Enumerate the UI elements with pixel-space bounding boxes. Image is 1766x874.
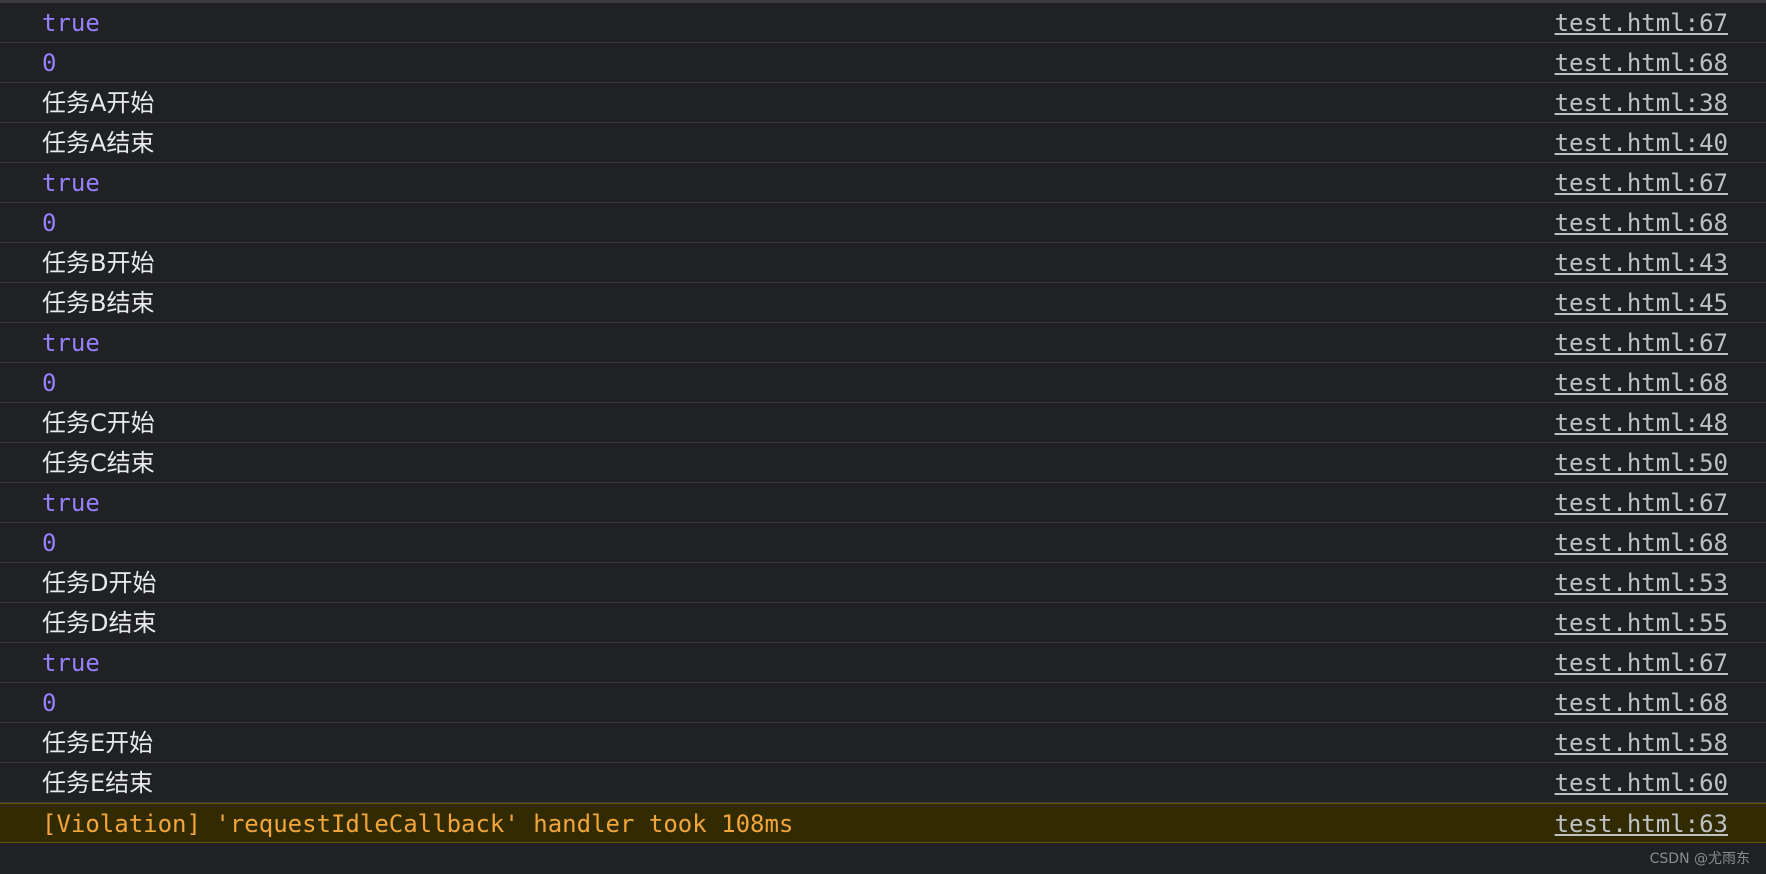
source-link[interactable]: test.html:67 bbox=[1555, 483, 1728, 523]
console-message-text: [Violation] 'requestIdleCallback' handle… bbox=[42, 810, 794, 838]
console-message-text: 任务A结束 bbox=[42, 129, 155, 157]
console-message-text: 任务B开始 bbox=[42, 249, 155, 277]
source-link[interactable]: test.html:68 bbox=[1555, 43, 1728, 83]
console-message-text: 任务A开始 bbox=[42, 89, 155, 117]
source-link[interactable]: test.html:68 bbox=[1555, 523, 1728, 563]
source-link[interactable]: test.html:40 bbox=[1555, 123, 1728, 163]
source-link[interactable]: test.html:60 bbox=[1555, 763, 1728, 803]
console-message-text: 任务C结束 bbox=[42, 449, 155, 477]
console-message-row: 0 test.html:68 bbox=[0, 363, 1766, 403]
console-message-text: true bbox=[42, 169, 100, 197]
console-message-text: 任务D开始 bbox=[42, 569, 157, 597]
console-message-row: true test.html:67 bbox=[0, 3, 1766, 43]
source-link[interactable]: test.html:55 bbox=[1555, 603, 1728, 643]
source-link[interactable]: test.html:50 bbox=[1555, 443, 1728, 483]
console-message-text: true bbox=[42, 329, 100, 357]
source-link[interactable]: test.html:68 bbox=[1555, 683, 1728, 723]
console-violation-message: [Violation] 'requestIdleCallback' handle… bbox=[0, 803, 1766, 843]
console-message-text: true bbox=[42, 9, 100, 37]
console-message-row: 任务D开始 test.html:53 bbox=[0, 563, 1766, 603]
console-message-text: 0 bbox=[42, 529, 57, 557]
console-message-text: 任务B结束 bbox=[42, 289, 155, 317]
console-message-text: true bbox=[42, 489, 100, 517]
console-message-row: 0 test.html:68 bbox=[0, 683, 1766, 723]
console-message-row: 0 test.html:68 bbox=[0, 43, 1766, 83]
source-link[interactable]: test.html:68 bbox=[1555, 203, 1728, 243]
source-link[interactable]: test.html:48 bbox=[1555, 403, 1728, 443]
console-message-row: 任务A开始 test.html:38 bbox=[0, 83, 1766, 123]
source-link[interactable]: test.html:53 bbox=[1555, 563, 1728, 603]
console-message-row: 任务E结束 test.html:60 bbox=[0, 763, 1766, 803]
console-message-text: 任务E开始 bbox=[42, 729, 154, 757]
console-message-row: 0 test.html:68 bbox=[0, 523, 1766, 563]
console-message-text: 0 bbox=[42, 209, 57, 237]
source-link[interactable]: test.html:67 bbox=[1555, 643, 1728, 683]
console-message-row: true test.html:67 bbox=[0, 483, 1766, 523]
source-link[interactable]: test.html:43 bbox=[1555, 243, 1728, 283]
console-message-row: 任务E开始 test.html:58 bbox=[0, 723, 1766, 763]
console-message-text: 0 bbox=[42, 49, 57, 77]
source-link[interactable]: test.html:38 bbox=[1555, 83, 1728, 123]
console-message-row: 0 test.html:68 bbox=[0, 203, 1766, 243]
source-link[interactable]: test.html:67 bbox=[1555, 3, 1728, 43]
source-link[interactable]: test.html:45 bbox=[1555, 283, 1728, 323]
console-message-row: 任务B开始 test.html:43 bbox=[0, 243, 1766, 283]
console-message-text: 任务E结束 bbox=[42, 769, 154, 797]
console-message-row: true test.html:67 bbox=[0, 163, 1766, 203]
console-message-row: 任务D结束 test.html:55 bbox=[0, 603, 1766, 643]
console-panel: true test.html:67 0 test.html:68 任务A开始 test.h… bbox=[0, 0, 1766, 874]
console-message-text: 0 bbox=[42, 689, 57, 717]
console-message-row: 任务C开始 test.html:48 bbox=[0, 403, 1766, 443]
source-link[interactable]: test.html:67 bbox=[1555, 323, 1728, 363]
source-link[interactable]: test.html:68 bbox=[1555, 363, 1728, 403]
source-link[interactable]: test.html:63 bbox=[1555, 804, 1728, 844]
console-message-row: 任务C结束 test.html:50 bbox=[0, 443, 1766, 483]
console-message-text: 0 bbox=[42, 369, 57, 397]
console-message-row: 任务B结束 test.html:45 bbox=[0, 283, 1766, 323]
console-message-text: true bbox=[42, 649, 100, 677]
console-message-row: 任务A结束 test.html:40 bbox=[0, 123, 1766, 163]
console-message-text: 任务C开始 bbox=[42, 409, 155, 437]
source-link[interactable]: test.html:67 bbox=[1555, 163, 1728, 203]
console-message-text: 任务D结束 bbox=[42, 609, 157, 637]
console-message-row: true test.html:67 bbox=[0, 323, 1766, 363]
console-messages: true test.html:67 0 test.html:68 任务A开始 test.h… bbox=[0, 3, 1766, 843]
console-message-row: true test.html:67 bbox=[0, 643, 1766, 683]
source-link[interactable]: test.html:58 bbox=[1555, 723, 1728, 763]
watermark: CSDN @尤雨东 bbox=[1649, 851, 1750, 867]
